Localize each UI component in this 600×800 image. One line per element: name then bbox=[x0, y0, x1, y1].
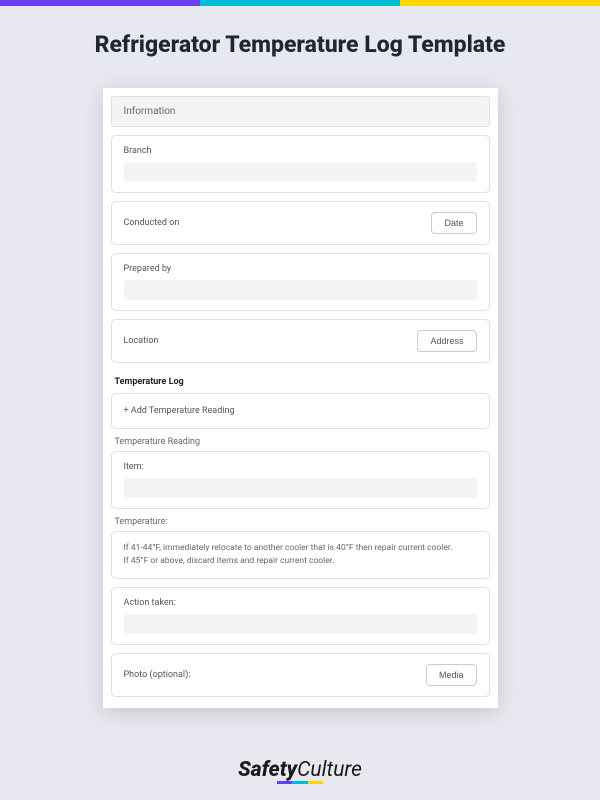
information-header: Information bbox=[111, 96, 490, 127]
action-taken-card: Action taken: bbox=[111, 587, 490, 645]
temperature-reading-label: Temperature Reading bbox=[115, 437, 486, 447]
instruction-line-1: If 41-44°F, immediately relocate to anot… bbox=[124, 542, 477, 555]
photo-card: Photo (optional): Media bbox=[111, 653, 490, 697]
brand-logo: SafetyCulture bbox=[238, 758, 362, 782]
date-button[interactable]: Date bbox=[431, 212, 476, 234]
temperature-label: Temperature: bbox=[115, 517, 486, 527]
prepared-by-card: Prepared by bbox=[111, 253, 490, 311]
media-button[interactable]: Media bbox=[426, 664, 477, 686]
add-temperature-reading-button[interactable]: + Add Temperature Reading bbox=[111, 393, 490, 429]
prepared-by-input[interactable] bbox=[124, 280, 477, 300]
address-button[interactable]: Address bbox=[417, 330, 476, 352]
conducted-on-label: Conducted on bbox=[124, 218, 180, 228]
top-accent-bar bbox=[0, 0, 600, 6]
footer: SafetyCulture bbox=[0, 758, 600, 782]
action-taken-input[interactable] bbox=[124, 614, 477, 634]
temperature-instructions: If 41-44°F, immediately relocate to anot… bbox=[111, 531, 490, 579]
branch-card: Branch bbox=[111, 135, 490, 193]
prepared-by-label: Prepared by bbox=[124, 264, 477, 274]
temperature-log-title: Temperature Log bbox=[115, 377, 486, 387]
page-title: Refrigerator Temperature Log Template bbox=[0, 6, 600, 88]
instruction-line-2: If 45°F or above, discard items and repa… bbox=[124, 555, 477, 568]
item-card: Item: bbox=[111, 451, 490, 509]
photo-label: Photo (optional): bbox=[124, 670, 191, 680]
item-label: Item: bbox=[124, 462, 477, 472]
form-container: Information Branch Conducted on Date Pre… bbox=[103, 88, 498, 708]
location-card: Location Address bbox=[111, 319, 490, 363]
location-label: Location bbox=[124, 336, 159, 346]
conducted-on-card: Conducted on Date bbox=[111, 201, 490, 245]
item-input[interactable] bbox=[124, 478, 477, 498]
branch-label: Branch bbox=[124, 146, 477, 156]
branch-input[interactable] bbox=[124, 162, 477, 182]
action-taken-label: Action taken: bbox=[124, 598, 477, 608]
